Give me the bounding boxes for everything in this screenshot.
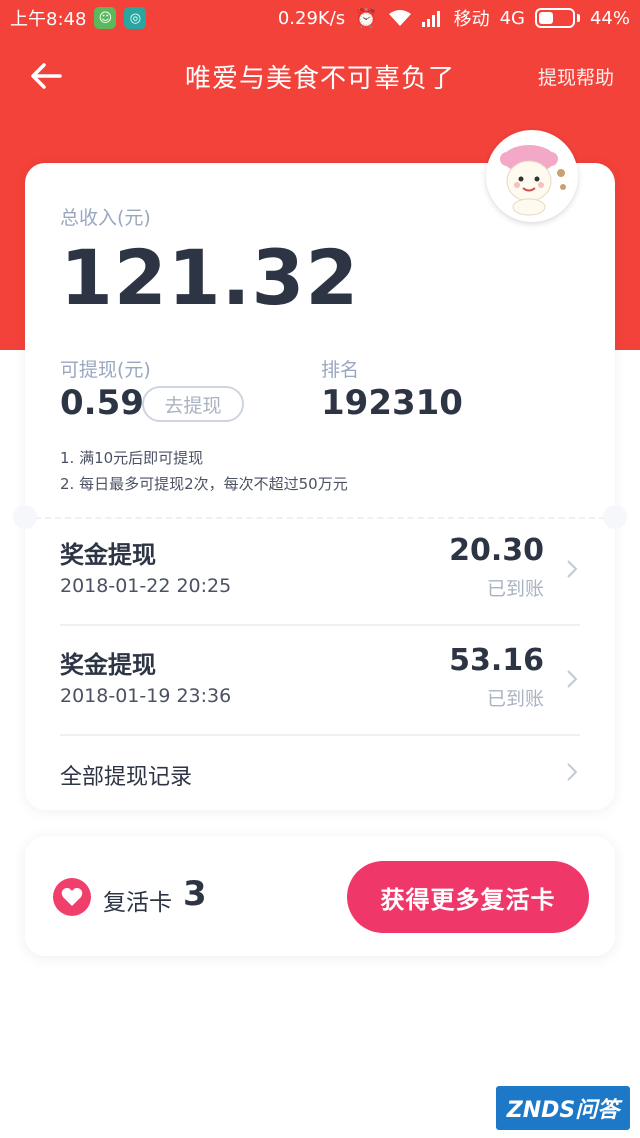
record-status: 已到账 [486,688,544,710]
withdraw-record-row[interactable]: 奖金提现 2018-01-22 20:25 20.30 已到账 [60,519,580,629]
record-status: 已到账 [486,578,544,600]
alarm-icon: ⏰ [355,7,378,29]
carrier-name: 移动 [453,9,490,30]
withdraw-record-row[interactable]: 奖金提现 2018-01-19 23:36 53.16 已到账 [60,629,580,739]
row-divider [60,624,580,626]
revive-card-label: 复活卡 [103,890,172,916]
nav-bar: 唯爱与美食不可辜负了 提现帮助 [0,36,640,116]
revive-card-count: 3 [183,874,207,914]
record-amount: 20.30 [449,533,544,568]
network-type: 4G [499,7,525,29]
record-title: 奖金提现 [60,651,156,679]
rank-label: 排名 [321,359,360,381]
earnings-card: 总收入(元) 121.32 可提现(元) 0.59 去提现 排名 192310 … [13,163,627,811]
app-notification-icon: ◎ [124,7,147,29]
user-avatar[interactable] [486,130,578,222]
watermark-logo: ZNDS问答 [496,1086,630,1130]
avatar-cartoon-icon [500,145,566,216]
battery-icon [534,8,580,28]
withdrawable-amount: 0.59 [60,383,144,423]
record-title: 奖金提现 [60,541,156,569]
signal-icon [421,9,444,27]
all-withdraw-records-link[interactable]: 全部提现记录 [60,735,580,811]
chevron-right-icon [564,760,580,784]
withdrawable-label: 可提现(元) [60,359,151,381]
withdraw-rule: 2. 每日最多可提现2次，每次不超过50万元 [60,475,348,493]
total-income-label: 总收入(元) [60,207,151,229]
wifi-icon [388,9,412,27]
revive-card: 复活卡 3 获得更多复活卡 [25,836,615,956]
card-notch [603,505,627,529]
withdraw-rule: 1. 满10元后即可提现 [60,449,204,467]
chevron-right-icon [564,557,580,581]
total-income-amount: 121.32 [60,233,360,322]
all-records-label: 全部提现记录 [60,765,193,790]
record-time: 2018-01-22 20:25 [60,575,232,597]
app-notification-icon: ☺ [94,7,117,29]
rank-value: 192310 [321,383,463,423]
record-amount: 53.16 [449,643,544,678]
withdraw-button[interactable]: 去提现 [142,386,244,422]
record-time: 2018-01-19 23:36 [60,685,232,707]
network-speed: 0.29K/s [277,7,346,29]
get-more-revive-cards-button[interactable]: 获得更多复活卡 [347,861,589,933]
card-notch [13,505,37,529]
withdraw-help-link[interactable]: 提现帮助 [538,63,614,90]
battery-percent: 44% [589,7,630,29]
status-time: 上午8:48 [10,9,87,30]
heart-icon [53,878,91,916]
status-bar: 上午8:48 ☺ ◎ 0.29K/s ⏰ 移动 4G 44% [0,0,640,36]
chevron-right-icon [564,667,580,691]
